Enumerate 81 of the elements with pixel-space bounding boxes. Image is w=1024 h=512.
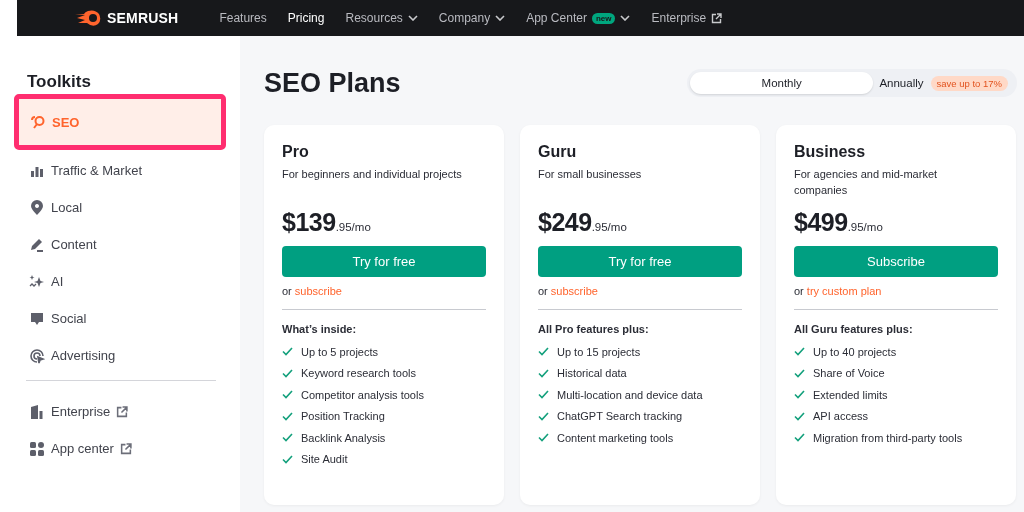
plan-price: $499.95/mo: [794, 208, 884, 237]
chevron-down-icon: [620, 15, 631, 21]
plan-name: Pro: [282, 143, 310, 161]
external-link-icon: [711, 12, 723, 24]
plan-price: $249.95/mo: [538, 208, 628, 237]
chevron-down-icon: [495, 15, 506, 21]
plan-name: Business: [794, 143, 867, 161]
plan-description: For agencies and mid-market companies: [794, 167, 939, 198]
new-badge: new: [591, 12, 616, 24]
toolkit-item[interactable]: Advertising: [0, 337, 226, 374]
feature-text: Multi-location and device data: [557, 388, 703, 401]
feature-text: Competitor analysis tools: [301, 388, 424, 401]
check-icon: [794, 347, 805, 357]
pen-icon: [29, 236, 45, 253]
check-icon: [538, 433, 549, 443]
feature-text: Content marketing tools: [557, 431, 674, 444]
check-icon: [282, 347, 293, 357]
toolkit-item[interactable]: Traffic & Market: [0, 152, 226, 189]
check-icon: [794, 368, 805, 378]
feature-text: ChatGPT Search tracking: [557, 410, 683, 423]
feature-text: Keyword research tools: [301, 367, 416, 380]
sidebar-heading: Toolkits: [27, 72, 92, 92]
plan-description: For small businesses: [538, 167, 643, 182]
speech-bubble-icon: [29, 310, 45, 327]
magnifier-icon: [30, 114, 46, 130]
nav-link[interactable]: Company: [438, 11, 506, 25]
toolkit-item[interactable]: AI: [0, 263, 226, 300]
feature-text: Site Audit: [301, 453, 348, 466]
check-icon: [282, 454, 293, 464]
nav-link[interactable]: Enterprise: [651, 11, 723, 25]
toolkit-item[interactable]: Local: [0, 189, 226, 226]
alt-prefix: or: [538, 285, 548, 297]
page-title: SEO Plans: [264, 67, 401, 99]
features-heading: All Guru features plus:: [794, 323, 914, 335]
feature-text: Up to 5 projects: [301, 345, 379, 358]
nav-link[interactable]: Resources: [345, 11, 418, 25]
check-icon: [538, 347, 549, 357]
feature-text: Up to 15 projects: [557, 345, 641, 358]
check-icon: [794, 411, 805, 421]
brand-logo[interactable]: SEMRUSH: [107, 10, 179, 26]
discount-badge: save up to 17%: [930, 75, 1008, 91]
sidebar-link[interactable]: App center: [0, 430, 226, 467]
check-icon: [282, 411, 293, 421]
check-icon: [282, 390, 293, 400]
external-link-icon: [119, 442, 132, 455]
check-icon: [794, 390, 805, 400]
check-icon: [538, 368, 549, 378]
features-heading: All Pro features plus:: [538, 323, 650, 335]
check-icon: [538, 411, 549, 421]
alt-prefix: or: [282, 285, 292, 297]
toolkit-item[interactable]: Social: [0, 300, 226, 337]
feature-text: Up to 40 projects: [813, 345, 897, 358]
feature-text: Position Tracking: [301, 410, 385, 423]
feature-text: Extended limits: [813, 388, 888, 401]
nav-link[interactable]: App Center new: [526, 11, 631, 25]
toolkit-item[interactable]: Content: [0, 226, 226, 263]
features-heading: What’s inside:: [282, 323, 358, 335]
billing-option[interactable]: Monthly: [690, 72, 874, 94]
chevron-down-icon: [407, 15, 418, 21]
check-icon: [538, 390, 549, 400]
external-link-icon: [116, 405, 129, 418]
feature-text: Historical data: [557, 367, 627, 380]
billing-option[interactable]: Annually save up to 17%: [873, 72, 1014, 94]
check-icon: [282, 368, 293, 378]
plan-name: Guru: [538, 143, 578, 161]
nav-link[interactable]: Pricing: [287, 11, 325, 25]
check-icon: [282, 433, 293, 443]
feature-text: API access: [813, 410, 869, 423]
check-icon: [794, 433, 805, 443]
building-icon: [29, 403, 45, 420]
plan-description: For beginners and individual projects: [282, 167, 463, 182]
plan-price: $139.95/mo: [282, 208, 372, 237]
nav-link[interactable]: Features: [219, 11, 267, 25]
map-pin-icon: [29, 199, 45, 216]
sidebar-link[interactable]: Enterprise: [0, 393, 226, 430]
alt-prefix: or: [794, 285, 804, 297]
target-cursor-icon: [29, 347, 45, 364]
feature-text: Migration from third-party tools: [813, 431, 963, 444]
app-grid-icon: [29, 440, 45, 457]
feature-text: Share of Voice: [813, 367, 885, 380]
feature-text: Backlink Analysis: [301, 431, 386, 444]
